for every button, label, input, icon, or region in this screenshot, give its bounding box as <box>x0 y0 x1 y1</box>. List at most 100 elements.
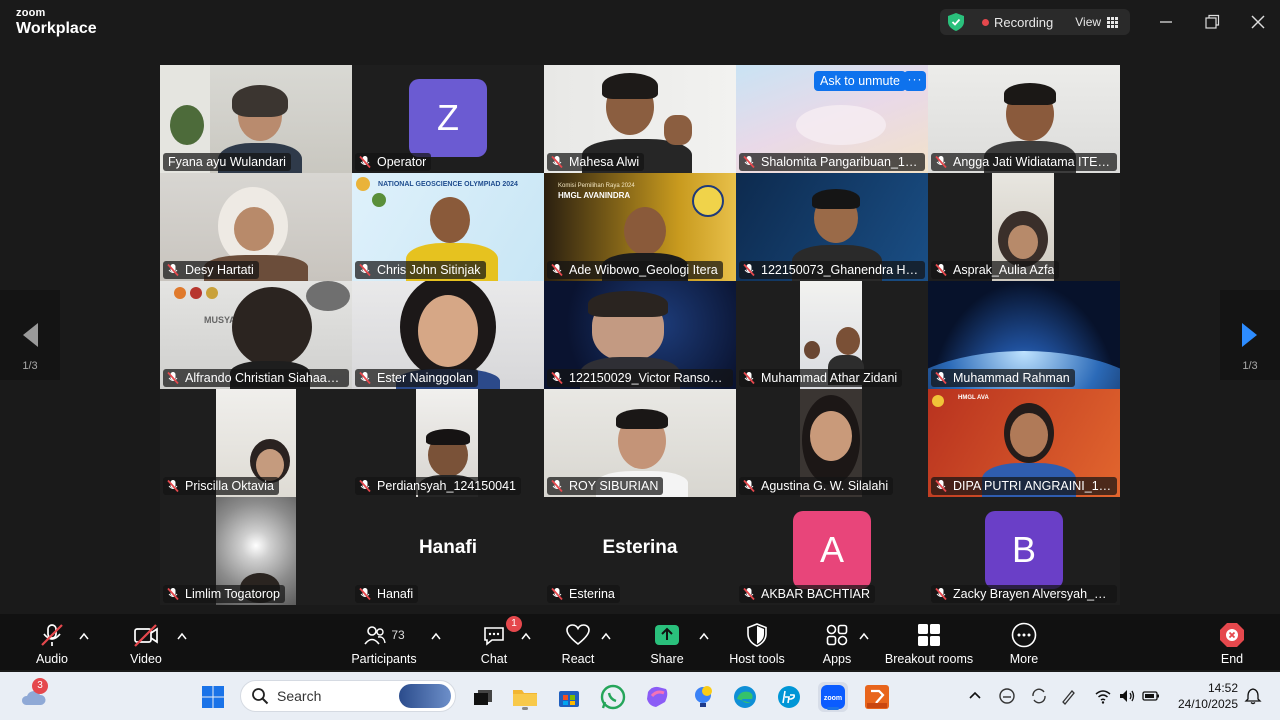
notification-bell-icon[interactable] <box>1244 687 1262 705</box>
zoom-meeting-window: zoom Workplace Recording View 1/3 1/3 Fy… <box>0 0 1280 720</box>
video-tile[interactable]: Priscilla Oktavia <box>160 389 352 497</box>
copilot-button[interactable] <box>642 682 672 712</box>
participant-name-bar: Shalomita Pangaribuan_122... <box>739 153 925 171</box>
chevron-up-icon[interactable] <box>966 687 984 705</box>
apps-button[interactable]: Apps <box>818 622 856 668</box>
speaker-icon[interactable] <box>1118 687 1136 705</box>
breakout-rooms-button[interactable]: Breakout rooms <box>880 622 978 668</box>
tips-button[interactable] <box>688 682 718 712</box>
participant-name-bar: AKBAR BACHTIAR <box>739 585 876 603</box>
brand-top: zoom <box>16 7 46 19</box>
hp-button[interactable] <box>774 682 804 712</box>
share-screen-icon <box>655 625 679 645</box>
chat-button[interactable]: 1 Chat <box>474 616 522 668</box>
onedrive-icon[interactable] <box>998 687 1016 705</box>
taskbar-search[interactable]: Search <box>240 680 456 712</box>
search-placeholder: Search <box>277 688 322 704</box>
pen-icon[interactable] <box>1060 687 1078 705</box>
video-tile[interactable]: Hanafi Hanafi <box>352 497 544 605</box>
sync-icon[interactable] <box>1030 687 1048 705</box>
share-button[interactable]: Share <box>646 622 688 668</box>
end-label: End <box>1220 652 1244 666</box>
chat-icon <box>484 627 504 646</box>
chevron-up-icon[interactable] <box>521 632 531 640</box>
chevron-up-icon[interactable] <box>699 632 709 640</box>
video-button[interactable]: Video <box>124 622 168 668</box>
video-tile[interactable]: NATIONAL GEOSCIENCE OLYMPIAD 2024 Chris … <box>352 173 544 281</box>
participants-button[interactable]: 73 Participants <box>346 622 422 668</box>
video-tile[interactable]: ROY SIBURIAN <box>544 389 736 497</box>
end-meeting-button[interactable]: End <box>1212 622 1252 668</box>
video-tile[interactable]: HMGL AVA DIPA PUTRI ANGRAINI_1231... <box>928 389 1120 497</box>
participant-name-bar: Priscilla Oktavia <box>163 477 279 495</box>
more-button[interactable]: More <box>1004 622 1044 668</box>
weather-widget[interactable]: 3 <box>16 678 50 712</box>
participant-name: Ester Nainggolan <box>377 371 473 385</box>
video-tile[interactable]: Muhammad Athar Zidani <box>736 281 928 389</box>
video-tile[interactable]: Agustina G. W. Silalahi <box>736 389 928 497</box>
video-tile[interactable]: Desy Hartati <box>160 173 352 281</box>
chat-badge: 1 <box>506 616 522 632</box>
clock-time: 14:52 <box>1207 681 1238 695</box>
tile-more-button[interactable]: ··· <box>904 71 926 91</box>
video-tile[interactable]: Perdiansyah_124150041 <box>352 389 544 497</box>
video-tile[interactable]: Z Operator <box>352 65 544 173</box>
apps-icon <box>826 624 848 646</box>
system-clock[interactable]: 14:52 24/10/2025 <box>1172 680 1238 712</box>
reader-app-button[interactable] <box>862 682 892 712</box>
view-button[interactable]: View <box>1075 15 1119 29</box>
task-view-button[interactable] <box>468 682 498 712</box>
participant-name: Fyana ayu Wulandari <box>168 155 286 169</box>
muted-mic-icon <box>551 479 563 493</box>
next-page-button[interactable]: 1/3 <box>1220 290 1280 380</box>
participant-name-bar: Angga Jati Widiatama ITERA <box>931 153 1117 171</box>
video-tile[interactable]: Komisi Pemilihan Raya 2024 HMGL AVANINDR… <box>544 173 736 281</box>
video-tile[interactable]: Muhammad Rahman <box>928 281 1120 389</box>
battery-icon[interactable] <box>1142 687 1160 705</box>
participant-name-bar: Fyana ayu Wulandari <box>163 153 291 171</box>
recording-dot-icon <box>982 18 989 26</box>
chevron-up-icon[interactable] <box>177 632 187 640</box>
muted-mic-icon <box>935 371 947 385</box>
restore-icon[interactable] <box>1202 12 1222 32</box>
video-tile[interactable]: Asprak_Aulia Azfa <box>928 173 1120 281</box>
react-button[interactable]: React <box>556 622 600 668</box>
audio-button[interactable]: Audio <box>30 622 74 668</box>
host-tools-button[interactable]: Host tools <box>726 622 788 668</box>
whatsapp-button[interactable] <box>598 682 628 712</box>
video-tile[interactable]: Fyana ayu Wulandari <box>160 65 352 173</box>
file-explorer-button[interactable] <box>510 682 540 712</box>
participant-name-bar: Zacky Brayen Alversyah_124... <box>931 585 1117 603</box>
video-tile[interactable]: Mahesa Alwi <box>544 65 736 173</box>
video-tile[interactable]: 122150073_Ghanendra Hafi... <box>736 173 928 281</box>
video-tile[interactable]: MUSYA Alfrando Christian Siahaan_I... <box>160 281 352 389</box>
store-button[interactable] <box>554 682 584 712</box>
ask-to-unmute-button[interactable]: Ask to unmute <box>814 71 906 91</box>
zoom-taskbar-button[interactable]: zoom <box>818 682 848 712</box>
video-tile[interactable]: 122150029_Victor Ranson Si... <box>544 281 736 389</box>
minimize-icon[interactable] <box>1156 12 1176 32</box>
muted-mic-icon <box>935 263 947 277</box>
video-tile[interactable]: Esterina Esterina <box>544 497 736 605</box>
shield-check-icon[interactable] <box>948 13 964 31</box>
chevron-up-icon[interactable] <box>431 632 441 640</box>
chevron-up-icon[interactable] <box>601 632 611 640</box>
video-tile[interactable]: Limlim Togatorop <box>160 497 352 605</box>
previous-page-button[interactable]: 1/3 <box>0 290 60 380</box>
chevron-up-icon[interactable] <box>859 632 869 640</box>
chevron-up-icon[interactable] <box>79 632 89 640</box>
video-tile[interactable]: Ask to unmute ··· Shalomita Pangaribuan_… <box>736 65 928 173</box>
video-tile[interactable]: B Zacky Brayen Alversyah_124... <box>928 497 1120 605</box>
participant-name-bar: Esterina <box>547 585 620 603</box>
close-icon[interactable] <box>1248 12 1268 32</box>
react-label: React <box>561 652 595 666</box>
host-tools-label: Host tools <box>729 652 785 666</box>
video-tile[interactable]: Angga Jati Widiatama ITERA <box>928 65 1120 173</box>
wifi-icon[interactable] <box>1094 687 1112 705</box>
video-tile[interactable]: Ester Nainggolan <box>352 281 544 389</box>
video-tile[interactable]: A AKBAR BACHTIAR <box>736 497 928 605</box>
search-highlight-image <box>399 684 451 708</box>
edge-button[interactable] <box>730 682 760 712</box>
recording-label[interactable]: Recording <box>994 15 1053 30</box>
start-button[interactable] <box>198 682 228 712</box>
